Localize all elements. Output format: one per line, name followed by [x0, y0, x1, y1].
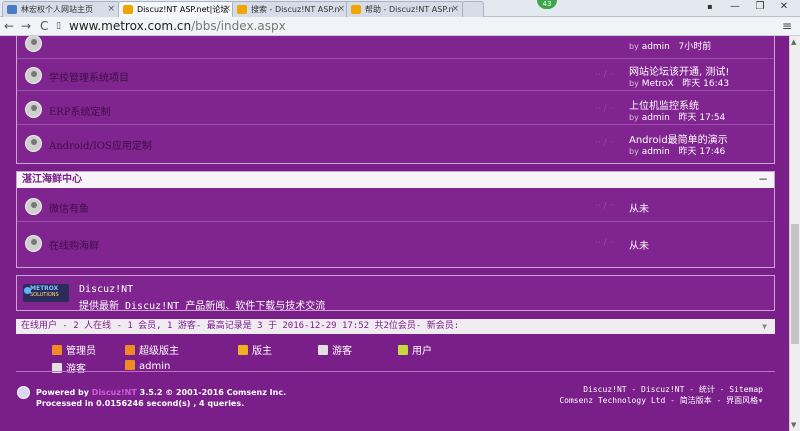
- tab-close-icon[interactable]: ×: [223, 2, 231, 17]
- url-path: /bbs/index.aspx: [191, 19, 286, 33]
- admin-icon: [125, 360, 135, 370]
- url-host: www.metrox.com.cn: [69, 19, 192, 33]
- site-favicon-icon: [351, 5, 361, 14]
- forum-avatar-icon: [25, 135, 42, 152]
- forum-avatar-icon: [25, 36, 42, 52]
- back-button[interactable]: ←: [4, 19, 14, 33]
- tab-close-icon[interactable]: ×: [107, 2, 115, 17]
- brand-link[interactable]: Discuz!NT: [92, 388, 137, 397]
- group-legend-mod: 版主: [238, 342, 272, 357]
- metrox-logo: METROX SOLUTIONS: [23, 284, 69, 302]
- browser-tab-bar: 林宏权个人网站主页 × Discuz!NT ASP.net|论坛 × 搜索 - …: [0, 0, 800, 17]
- online-user-guest: 游客: [52, 360, 86, 375]
- tab-close-icon[interactable]: ×: [451, 2, 459, 17]
- browser-menu-icon[interactable]: ≡: [782, 19, 792, 33]
- forum-avatar-icon: [25, 101, 42, 118]
- collapse-icon[interactable]: ▼: [762, 319, 767, 334]
- group-legend-super-mod: 超级版主: [125, 342, 179, 357]
- last-post-meta: by MetroX 昨天 16:43: [629, 79, 730, 89]
- forum-stats: ·· / ··: [595, 138, 616, 148]
- category-box: 湛江海鲜中心 − 微信有鱼 ·· / ·· 从未 在线购海鲜 ·· / ·· 从…: [16, 171, 775, 268]
- collapse-icon[interactable]: −: [758, 171, 768, 187]
- footer-links-2[interactable]: Comsenz Technology Ltd - 简洁版本 - 界面风格▾: [559, 395, 763, 406]
- page-content: by admin 7小时前 学校管理系统项目 ·· / ·· 网站论坛该开通, …: [0, 36, 789, 431]
- forum-row[interactable]: Android/IOS应用定制 ·· / ·· Android最简单的演示 by…: [17, 127, 774, 159]
- scroll-down-icon[interactable]: ▼: [791, 421, 796, 429]
- forum-stats: ·· / ··: [595, 70, 616, 80]
- forum-stats: ·· / ··: [595, 201, 616, 211]
- forum-row[interactable]: ERP系统定制 ·· / ·· 上位机监控系统 by admin 昨天 17:5…: [17, 93, 774, 125]
- admin-icon: [52, 345, 62, 355]
- info-title[interactable]: Discuz!NT: [79, 284, 133, 295]
- page-icon: ▯: [56, 21, 61, 31]
- group-legend-admin: 管理员: [52, 342, 96, 357]
- forward-button[interactable]: →: [21, 19, 31, 33]
- forum-row[interactable]: 学校管理系统项目 ·· / ·· 网站论坛该开通, 测试! by MetroX …: [17, 59, 774, 91]
- last-post-meta: by admin 昨天 17:46: [629, 147, 726, 157]
- user-icon: [398, 345, 408, 355]
- group-legend-guest: 游客: [318, 342, 352, 357]
- forum-name[interactable]: 在线购海鲜: [49, 237, 99, 252]
- footer-divider: [16, 371, 775, 372]
- category-header[interactable]: 湛江海鲜中心 −: [17, 172, 774, 188]
- forum-name[interactable]: 学校管理系统项目: [49, 69, 129, 84]
- tab-title: 林宏权个人网站主页: [21, 5, 93, 14]
- tab-close-icon[interactable]: ×: [337, 2, 345, 17]
- forum-stats: ·· / ··: [595, 104, 616, 114]
- forum-row[interactable]: 微信有鱼 ·· / ·· 从未: [17, 190, 774, 222]
- forum-avatar-icon: [25, 235, 42, 252]
- notification-badge: 43: [537, 0, 557, 9]
- forum-name[interactable]: Android/IOS应用定制: [49, 137, 152, 152]
- forum-row[interactable]: by admin 7小时前: [17, 36, 774, 59]
- processed-info: Processed in 0.0156246 second(s) , 4 que…: [36, 399, 245, 408]
- powered-by: Powered by Discuz!NT 3.5.2 © 2001-2016 C…: [36, 388, 287, 397]
- forum-name[interactable]: 微信有鱼: [49, 200, 89, 215]
- scroll-up-icon[interactable]: ▲: [791, 38, 796, 46]
- forum-name[interactable]: ERP系统定制: [49, 103, 111, 118]
- forum-avatar-icon: [25, 67, 42, 84]
- footer-links-1[interactable]: Discuz!NT - Discuz!NT - 统计 - Sitemap: [583, 384, 763, 395]
- site-favicon-icon: [7, 5, 17, 14]
- last-post-meta: by admin 昨天 17:54: [629, 113, 726, 123]
- new-tab-button[interactable]: [462, 1, 484, 17]
- scroll-thumb[interactable]: [791, 224, 799, 344]
- browser-tab-3[interactable]: 帮助 - Discuz!NT ASP.n ×: [346, 1, 464, 17]
- forum-avatar-icon: [25, 198, 42, 215]
- tab-title: 帮助 - Discuz!NT ASP.n: [365, 5, 454, 14]
- site-favicon-icon: [123, 5, 133, 14]
- logo-text-top: METROX: [30, 285, 59, 292]
- page-scrollbar[interactable]: ▲ ▼: [789, 36, 800, 431]
- logo-text-bottom: SOLUTIONS: [30, 292, 59, 298]
- reload-button[interactable]: C: [40, 19, 48, 33]
- group-legend-user: 用户: [398, 342, 432, 357]
- guest-icon: [318, 345, 328, 355]
- discuz-logo-icon: [17, 386, 30, 399]
- forum-stats: ·· / ··: [595, 238, 616, 248]
- browser-tab-1[interactable]: Discuz!NT ASP.net|论坛 ×: [118, 1, 236, 17]
- info-description: 提供最新 Discuz!NT 产品新闻、软件下载与技术交流: [79, 301, 326, 312]
- browser-tab-2[interactable]: 搜索 - Discuz!NT ASP.n ×: [232, 1, 350, 17]
- category-title[interactable]: 湛江海鲜中心: [22, 174, 82, 185]
- restore-button[interactable]: ❐: [750, 1, 770, 12]
- address-bar: ← → C ▯ www.metrox.com.cn/bbs/index.aspx…: [0, 17, 800, 36]
- close-window-button[interactable]: ✕: [774, 1, 794, 12]
- super-moderator-icon: [125, 345, 135, 355]
- moderator-icon: [238, 345, 248, 355]
- forum-list-box: by admin 7小时前 学校管理系统项目 ·· / ·· 网站论坛该开通, …: [16, 36, 775, 164]
- last-post-none: 从未: [629, 204, 649, 215]
- online-users-bar[interactable]: 在线用户 - 2 人在线 - 1 会员, 1 游客- 最高记录是 3 于 201…: [16, 319, 775, 334]
- info-box: METROX SOLUTIONS Discuz!NT 提供最新 Discuz!N…: [16, 275, 775, 312]
- last-post-meta: by admin 7小时前: [629, 42, 712, 52]
- tab-title: Discuz!NT ASP.net|论坛: [137, 5, 229, 14]
- profile-icon[interactable]: ▪: [700, 2, 720, 11]
- online-summary: 在线用户 - 2 人在线 - 1 会员, 1 游客- 最高记录是 3 于 201…: [21, 321, 460, 331]
- url-field[interactable]: www.metrox.com.cn/bbs/index.aspx: [69, 18, 286, 34]
- last-post-none: 从未: [629, 241, 649, 252]
- browser-tab-0[interactable]: 林宏权个人网站主页 ×: [2, 1, 120, 17]
- minimize-button[interactable]: —: [725, 1, 745, 12]
- site-favicon-icon: [237, 5, 247, 14]
- tab-title: 搜索 - Discuz!NT ASP.n: [251, 5, 340, 14]
- forum-row[interactable]: 在线购海鲜 ·· / ·· 从未: [17, 227, 774, 259]
